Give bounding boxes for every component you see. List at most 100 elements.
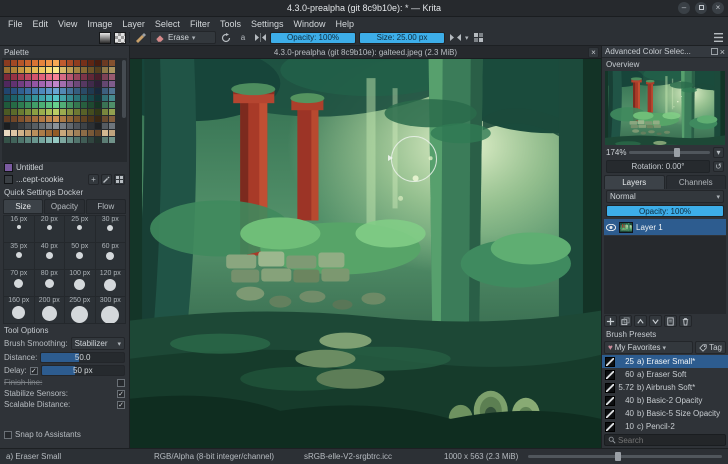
palette-swatch[interactable] <box>102 60 108 66</box>
palette-swatch[interactable] <box>67 137 73 143</box>
reset-rotation-button[interactable]: ↺ <box>713 161 724 172</box>
palette-swatch[interactable] <box>25 109 31 115</box>
palette-swatch[interactable] <box>46 109 52 115</box>
tag-button[interactable]: Tag <box>695 341 726 354</box>
menu-item-file[interactable]: File <box>3 19 28 29</box>
canvas-viewport[interactable] <box>130 59 601 448</box>
tab-channels[interactable]: Channels <box>665 175 726 189</box>
palette-view-grid-icon[interactable] <box>114 174 125 185</box>
palette-swatch[interactable] <box>39 123 45 129</box>
palette-swatch[interactable] <box>74 81 80 87</box>
brush-size-200[interactable]: 200 px <box>34 297 64 323</box>
palette-swatch[interactable] <box>25 116 31 122</box>
palette-swatch[interactable] <box>60 137 66 143</box>
palette-swatch[interactable] <box>88 109 94 115</box>
palette-swatch[interactable] <box>18 74 24 80</box>
palette-swatch[interactable] <box>109 102 115 108</box>
palette-swatch[interactable] <box>46 123 52 129</box>
palette-swatch[interactable] <box>25 102 31 108</box>
palette-swatch[interactable] <box>53 116 59 122</box>
palette-swatch[interactable] <box>39 60 45 66</box>
menu-item-settings[interactable]: Settings <box>246 19 289 29</box>
palette-swatch[interactable] <box>109 81 115 87</box>
palette-swatch[interactable] <box>74 88 80 94</box>
palette-swatch[interactable] <box>88 74 94 80</box>
palette-swatch[interactable] <box>32 123 38 129</box>
palette-swatch[interactable] <box>60 123 66 129</box>
layer-properties-button[interactable] <box>664 315 677 327</box>
palette-swatch[interactable] <box>74 123 80 129</box>
palette-swatch[interactable] <box>18 116 24 122</box>
palette-swatch[interactable] <box>11 137 17 143</box>
palette-swatch[interactable] <box>67 102 73 108</box>
palette-swatch[interactable] <box>109 130 115 136</box>
brush-preset-item[interactable]: 10 c) Pencil-2 <box>602 420 728 433</box>
palette-swatch[interactable] <box>39 88 45 94</box>
palette-swatch[interactable] <box>81 102 87 108</box>
duplicate-layer-button[interactable] <box>619 315 632 327</box>
menu-item-edit[interactable]: Edit <box>28 19 54 29</box>
palette-swatch[interactable] <box>11 74 17 80</box>
palette-swatch[interactable] <box>46 60 52 66</box>
palette-swatch[interactable] <box>18 67 24 73</box>
palette-swatch[interactable] <box>25 81 31 87</box>
palette-swatch[interactable] <box>18 95 24 101</box>
brush-preset-item[interactable]: 40 b) Basic-2 Opacity <box>602 394 728 407</box>
delay-spinbox[interactable]: 50 px <box>40 365 125 376</box>
palette-swatch[interactable] <box>39 102 45 108</box>
palette-swatch[interactable] <box>109 67 115 73</box>
palette-swatch[interactable] <box>32 130 38 136</box>
palette-swatch[interactable] <box>88 130 94 136</box>
palette-swatch[interactable] <box>53 95 59 101</box>
palette-swatch[interactable] <box>46 116 52 122</box>
palette-swatch[interactable] <box>88 116 94 122</box>
palette-swatch[interactable] <box>18 88 24 94</box>
palette-swatch[interactable] <box>11 67 17 73</box>
brush-size-70[interactable]: 70 px <box>4 270 34 296</box>
palette-swatch[interactable] <box>67 130 73 136</box>
brush-size-35[interactable]: 35 px <box>4 243 34 269</box>
palette-swatch[interactable] <box>81 88 87 94</box>
palette-swatch[interactable] <box>4 109 10 115</box>
palette-scrollbar[interactable] <box>122 60 126 118</box>
palette-swatch[interactable] <box>4 74 10 80</box>
palette-swatch[interactable] <box>67 60 73 66</box>
status-zoom-handle[interactable] <box>615 452 622 461</box>
palette-swatch[interactable] <box>95 95 101 101</box>
wrap-around-icon[interactable] <box>472 31 486 44</box>
overview-thumbnail[interactable] <box>605 71 725 145</box>
palette-swatch[interactable] <box>95 116 101 122</box>
palette-swatch[interactable] <box>4 88 10 94</box>
palette-swatch[interactable] <box>60 60 66 66</box>
palette-swatch[interactable] <box>32 95 38 101</box>
menu-item-layer[interactable]: Layer <box>117 19 150 29</box>
palette-swatch[interactable] <box>102 74 108 80</box>
palette-swatch[interactable] <box>95 137 101 143</box>
preserve-alpha-icon[interactable]: a <box>236 31 250 44</box>
palette-swatch[interactable] <box>4 130 10 136</box>
move-layer-up-button[interactable] <box>634 315 647 327</box>
palette-swatch[interactable] <box>4 81 10 87</box>
palette-swatch[interactable] <box>95 102 101 108</box>
palette-swatch[interactable] <box>11 95 17 101</box>
palette-swatch[interactable] <box>46 74 52 80</box>
gradient-chooser-button[interactable] <box>99 31 111 44</box>
palette-swatch[interactable] <box>39 81 45 87</box>
palette-swatch[interactable] <box>39 74 45 80</box>
opacity-slider[interactable]: Opacity: 100% <box>270 31 356 44</box>
palette-swatch[interactable] <box>109 116 115 122</box>
palette-swatch[interactable] <box>81 67 87 73</box>
palette-swatch[interactable] <box>11 102 17 108</box>
toolbar-overflow-icon[interactable] <box>711 31 725 44</box>
palette-swatch[interactable] <box>60 102 66 108</box>
palette-swatch[interactable] <box>18 81 24 87</box>
palette-selector-row[interactable]: Untitled <box>0 162 129 173</box>
menu-item-select[interactable]: Select <box>150 19 185 29</box>
preset-search-field[interactable] <box>604 434 726 446</box>
palette-swatch[interactable] <box>25 137 31 143</box>
palette-swatch[interactable] <box>95 130 101 136</box>
palette-swatch[interactable] <box>102 95 108 101</box>
add-color-icon[interactable]: + <box>88 174 99 185</box>
palette-swatch[interactable] <box>32 60 38 66</box>
layer-row[interactable]: Layer 1 <box>604 219 726 235</box>
